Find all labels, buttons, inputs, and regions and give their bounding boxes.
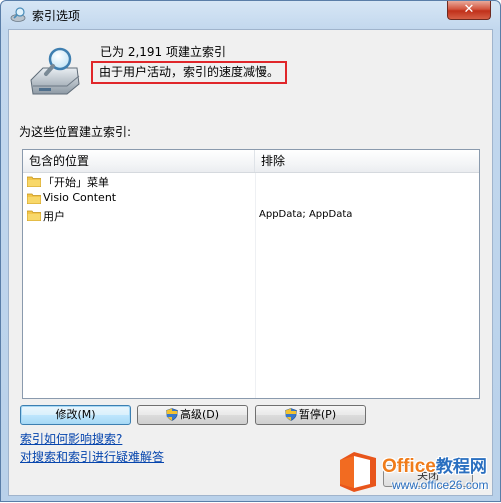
pause-button[interactable]: 暂停(P) (255, 405, 366, 425)
column-header-included-locations[interactable]: 包含的位置 (23, 150, 255, 172)
indexing-icon (10, 7, 26, 22)
watermark-brand-latin: Office (382, 456, 436, 477)
folder-icon (27, 193, 41, 204)
list-body: 「开始」菜单 Visio Content 用户 AppData; AppData (23, 173, 479, 224)
folder-icon (27, 176, 41, 187)
uac-shield-icon (166, 408, 178, 421)
watermark-url: www.office26.com (392, 478, 489, 492)
indexing-status-message: 由于用户活动，索引的速度减慢。 (91, 61, 287, 84)
list-item[interactable]: 「开始」菜单 (23, 173, 479, 190)
indexing-options-window: 索引选项 ✕ 已为 2,191 项建立索引 由于用户活动，索引的速度减慢。 为这… (0, 0, 501, 502)
uac-shield-icon (285, 408, 297, 421)
locations-label: 为这些位置建立索引: (19, 125, 132, 139)
pause-button-label: 暂停(P) (298, 408, 337, 421)
watermark-brand: Office教程网 (382, 452, 487, 478)
folder-icon (27, 210, 41, 221)
exclude-value: AppData; AppData (259, 209, 353, 220)
window-close-button[interactable]: ✕ (447, 1, 491, 20)
list-item[interactable]: Visio Content (23, 190, 479, 207)
watermark-brand-cn: 教程网 (435, 457, 487, 476)
site-watermark: Office教程网 www.office26.com (330, 440, 501, 503)
location-name: 「开始」菜单 (43, 176, 109, 189)
modify-button[interactable]: 修改(M) (20, 405, 131, 425)
window-title: 索引选项 (32, 9, 81, 23)
column-header-exclude[interactable]: 排除 (255, 150, 479, 172)
list-header: 包含的位置 排除 (23, 150, 479, 173)
troubleshoot-search-link[interactable]: 对搜索和索引进行疑难解答 (20, 448, 164, 465)
list-item[interactable]: 用户 AppData; AppData (23, 207, 479, 224)
location-name: 用户 (43, 210, 65, 223)
office-logo-icon (340, 452, 376, 492)
location-name: Visio Content (43, 191, 117, 204)
title-bar[interactable]: 索引选项 ✕ (1, 1, 500, 30)
dialog-client-area: 已为 2,191 项建立索引 由于用户活动，索引的速度减慢。 为这些位置建立索引… (8, 29, 493, 496)
indexed-count-text: 已为 2,191 项建立索引 (100, 45, 226, 59)
advanced-button[interactable]: 高级(D) (137, 405, 248, 425)
indexing-status-icon (30, 47, 80, 95)
how-indexing-affects-search-link[interactable]: 索引如何影响搜索? (20, 430, 122, 447)
advanced-button-label: 高级(D) (179, 408, 220, 421)
indexed-locations-list[interactable]: 包含的位置 排除 「开始」菜单 Visio Content 用户 AppData… (22, 149, 480, 399)
